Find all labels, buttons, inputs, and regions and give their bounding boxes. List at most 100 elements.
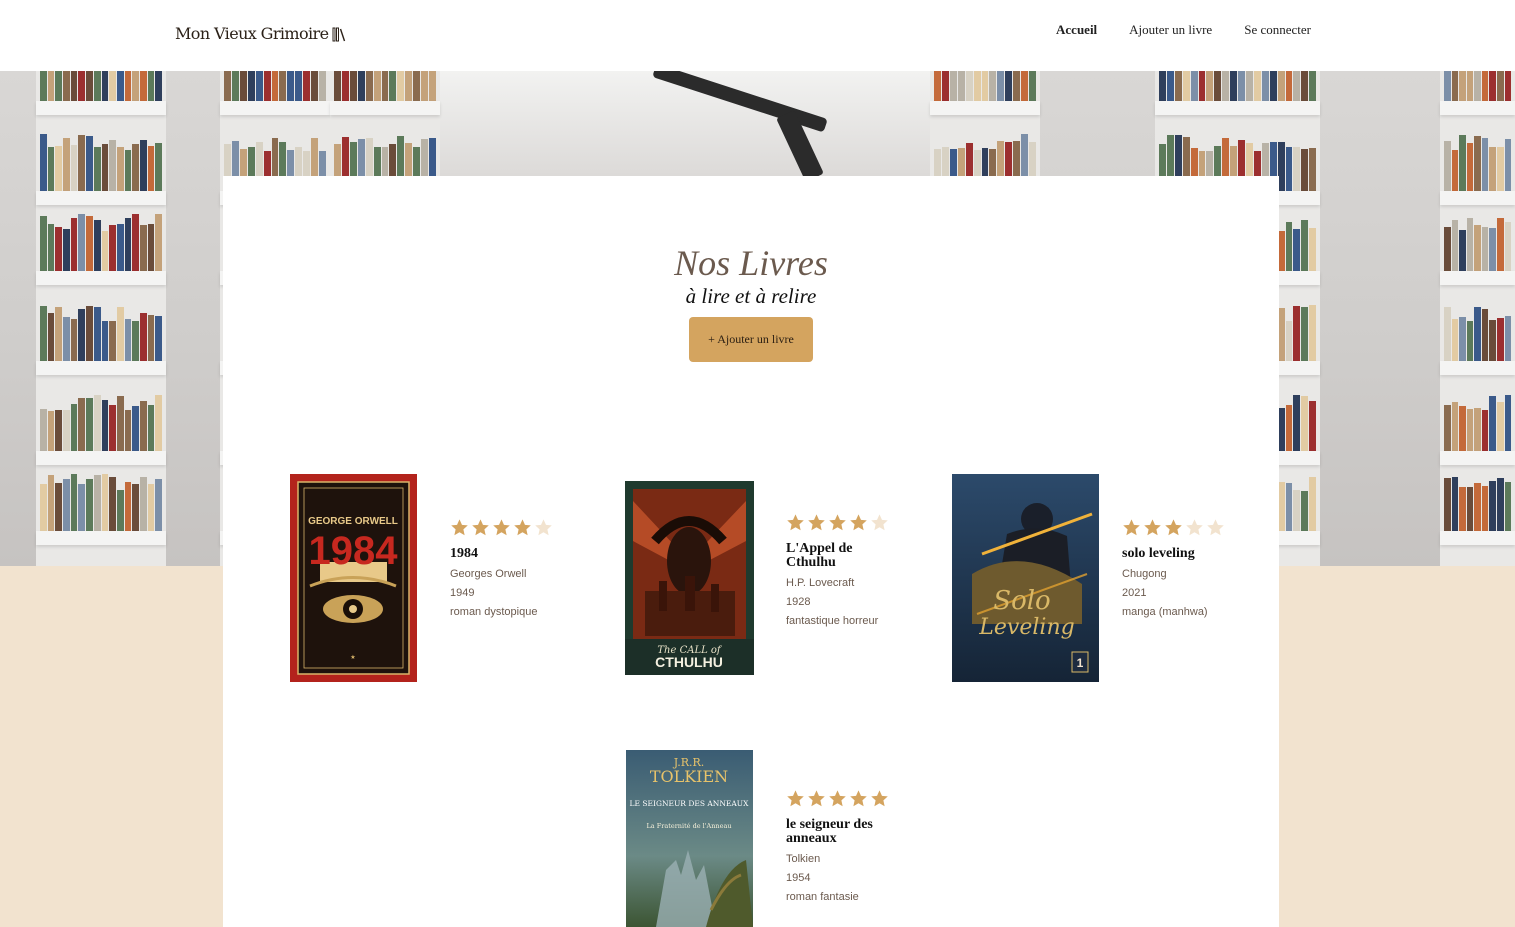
shelf-book [1451,402,1459,451]
book-title[interactable]: solo leveling [1122,547,1252,561]
shelf-book [1496,218,1504,271]
shelf-book [247,71,255,101]
shelf-book [1496,71,1504,101]
add-book-button[interactable]: + Ajouter un livre [689,317,813,362]
site-logo[interactable]: Mon Vieux Grimoire [175,24,346,43]
shelf-board [1440,531,1515,545]
book-year: 1928 [786,596,811,608]
shelf-book [997,71,1005,101]
shelf-book [1496,478,1504,531]
cover-text-fraternite: La Fraternité de l'Anneau [646,822,731,830]
page-subtitle: à lire et à relire [685,284,817,308]
shelf-book [1481,227,1489,271]
book-info-1984: 1984 Georges Orwell 1949 roman dystopiqu… [450,518,590,618]
shelf-book [1466,409,1474,451]
shelf-book [413,71,421,101]
shelf-book [116,71,124,101]
book-card-solo-leveling[interactable]: Solo Leveling 1 solo leveling Chugong 20… [952,474,1252,684]
shelf-book [40,134,47,191]
shelf-book [40,484,47,531]
books-logo-icon [332,27,346,41]
rating-stars [1122,518,1252,537]
shelf-book [1489,396,1496,451]
shelf-book [86,306,93,361]
shelf-book [70,145,78,191]
book-card-1984[interactable]: GEORGE ORWELL 1984 ★ 1984 Georges Orwell… [290,474,590,684]
shelf-book [1504,139,1512,191]
shelf-book [1029,71,1036,101]
nav-accueil[interactable]: Accueil [1056,22,1097,38]
shelf-book [86,71,93,101]
shelf-books [40,303,162,361]
shelf-book [1444,307,1451,361]
book-title[interactable]: 1984 [450,547,590,561]
shelf-book [1005,71,1013,101]
star-empty-icon [1186,519,1203,536]
shelf-book [109,477,116,531]
shelf-book [78,214,86,271]
shelf-book [86,136,93,191]
shelf-book [101,231,109,271]
shelf-book [1466,218,1474,271]
shelf-book [1481,138,1489,191]
book-author: Chugong [1122,568,1167,580]
books-panel: Nos Livres à lire et à relire + Ajouter … [223,176,1279,927]
shelf-books [1444,71,1512,101]
cover-text-solo: Solo [993,586,1050,616]
shelf-book [365,71,373,101]
shelf-book [373,71,381,101]
shelf-book [1285,71,1293,101]
shelf-book [63,479,70,531]
book-genre: fantastique horreur [786,615,879,627]
shelf-book [55,307,63,361]
cover-volume-badge: 1 [1077,656,1084,670]
shelf-book [132,71,139,101]
shelf-book [1309,148,1317,191]
shelf-book [1451,150,1459,191]
shelf-book [132,321,139,361]
shelf-book [155,395,162,451]
shelf-book [93,395,101,451]
shelf-book [989,71,997,101]
shelf-book [116,396,124,451]
shelf-books [1444,393,1512,451]
rating-stars [786,513,926,532]
shelf-book [1261,71,1269,101]
shelf-book [63,229,70,271]
shelf-book [397,71,405,101]
star-filled-icon [451,519,468,536]
shelf-book [1301,220,1309,271]
shelf-book [1481,486,1489,531]
book-year: 2021 [1122,587,1147,599]
shelf-book [78,71,86,101]
shelf-book [1166,71,1174,101]
shelf-book [1474,408,1481,451]
shelf-book [155,71,162,101]
book-card-cthulhu[interactable]: The CALL of CTHULHU L'Appel de Cthulhu H… [625,481,925,681]
nav-se-connecter[interactable]: Se connecter [1244,22,1311,38]
shelf-book [109,321,116,361]
shelf-book [1451,319,1459,361]
shelf-book [101,71,109,101]
book-title[interactable]: L'Appel de Cthulhu [786,542,876,570]
shelf-book [255,71,263,101]
shelf-book [132,484,139,531]
star-filled-icon [808,790,825,807]
shelf-board [1440,271,1515,285]
book-title[interactable]: le seigneur des anneaux [786,818,886,846]
shelf-book [1253,71,1261,101]
shelf-book [139,313,147,361]
shelf-book [101,474,109,531]
shelf-book [1489,320,1496,361]
shelf-book [1474,136,1481,191]
book-card-seigneur-des-anneaux[interactable]: J.R.R. TOLKIEN LE SEIGNEUR DES ANNEAUX L… [626,750,926,927]
cover-text-seigneur: LE SEIGNEUR DES ANNEAUX [630,799,750,808]
book-author: Georges Orwell [450,568,527,580]
nav-ajouter-un-livre[interactable]: Ajouter un livre [1129,22,1212,38]
book-info-cthulhu: L'Appel de Cthulhu H.P. Lovecraft 1928 f… [786,513,926,627]
shelf-book [1466,487,1474,531]
star-filled-icon [1123,519,1140,536]
shelf-books [40,473,162,531]
shelf-book [1222,71,1230,101]
shelf-board [930,101,1040,115]
